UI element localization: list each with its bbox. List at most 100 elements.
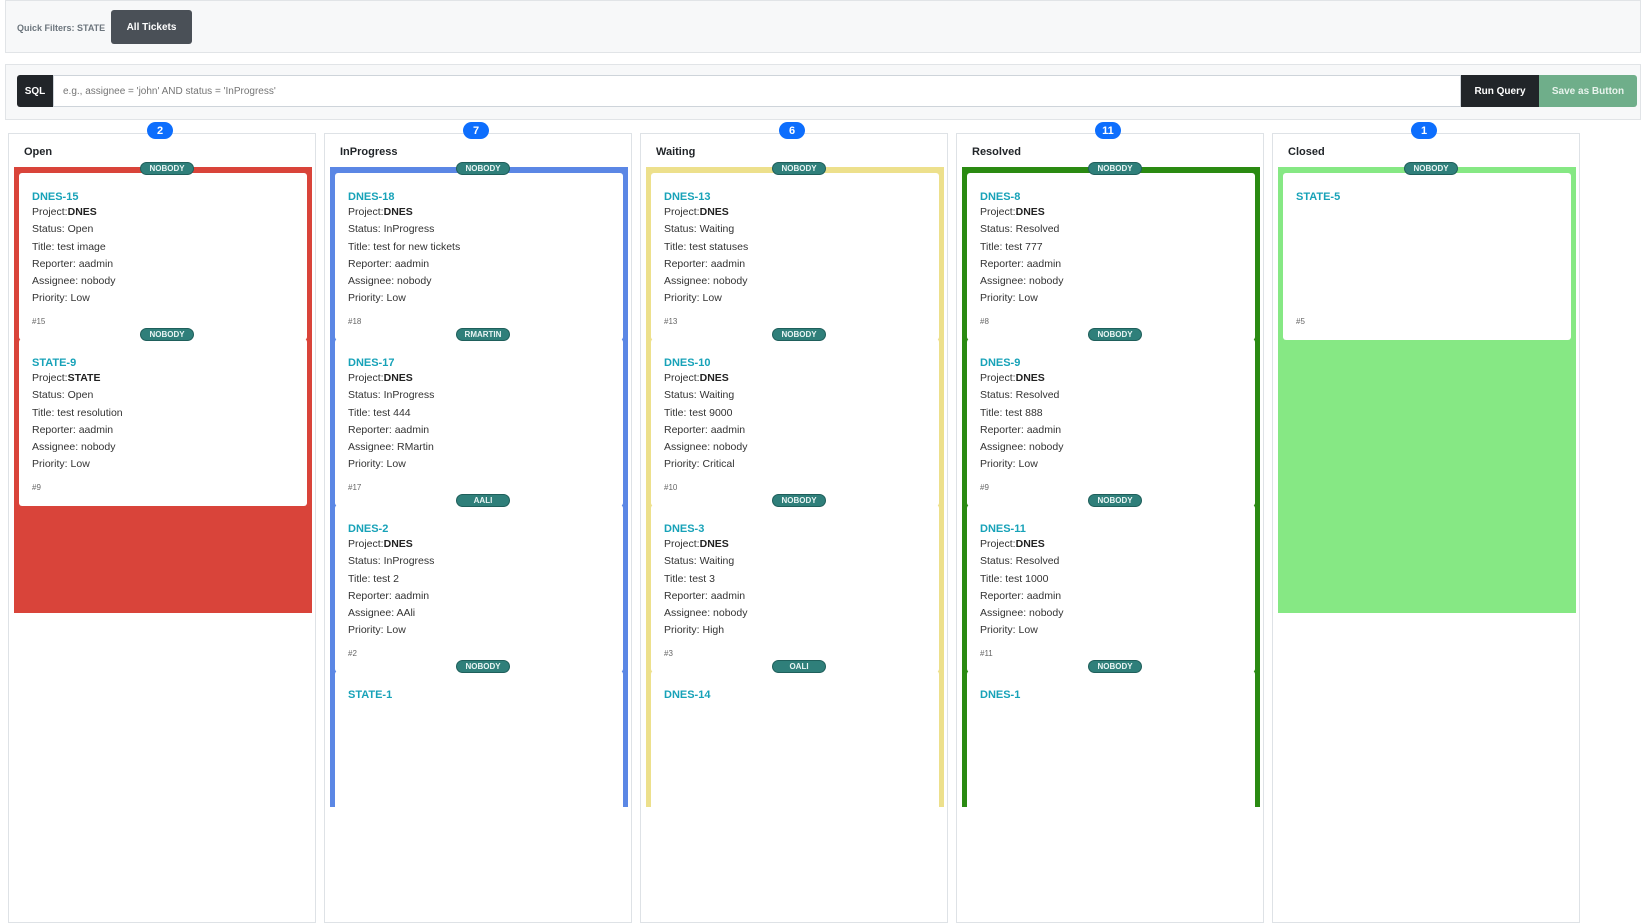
column-count-badge: 6 — [779, 122, 805, 139]
ticket-project: Project:DNES — [348, 536, 610, 553]
ticket-card[interactable]: NOBODY DNES-15 Project:DNES Status: Open Tit… — [19, 162, 307, 340]
reporter-value: aadmin — [78, 257, 114, 270]
title-value: test 777 — [1005, 240, 1043, 253]
status-label: Status: — [32, 389, 68, 402]
project-value: DNES — [699, 372, 729, 384]
priority-label: Priority: — [348, 458, 387, 471]
column-count-badge: 11 — [1095, 122, 1121, 139]
assignee-value: nobody — [81, 275, 116, 288]
title-label: Title: — [980, 240, 1006, 253]
ticket-number: #10 — [664, 483, 678, 492]
ticket-key-link[interactable]: DNES-15 — [32, 190, 294, 204]
priority-label: Priority: — [32, 458, 71, 471]
swimlane: NOBODY DNES-8 Project:DNES Status: Resolved… — [962, 162, 1260, 838]
reporter-value: aadmin — [1026, 589, 1062, 602]
ticket-key-link[interactable]: STATE-9 — [32, 356, 294, 370]
status-label: Status: — [664, 223, 700, 236]
reporter-label: Reporter: — [32, 257, 79, 270]
reporter-value: aadmin — [710, 423, 746, 436]
ticket-key-link[interactable]: DNES-2 — [348, 522, 610, 536]
project-value: DNES — [699, 206, 729, 218]
ticket-project: Project:DNES — [664, 536, 926, 553]
ticket-project: Project:DNES — [664, 370, 926, 387]
ticket-assignee: Assignee: nobody — [980, 273, 1242, 290]
assignee-label: Assignee: — [664, 607, 714, 620]
column-title: Closed — [1288, 146, 1325, 158]
priority-label: Priority: — [980, 458, 1019, 471]
ticket-key-link[interactable]: DNES-9 — [980, 356, 1242, 370]
project-label: Project: — [980, 372, 1016, 384]
ticket-card[interactable]: NOBODY DNES-1 — [967, 660, 1255, 838]
ticket-assignee: Assignee: nobody — [664, 273, 926, 290]
priority-value: Low — [70, 458, 90, 471]
assignee-tag: AALI — [456, 494, 510, 507]
title-label: Title: — [32, 240, 58, 253]
ticket-card[interactable]: NOBODY DNES-18 Project:DNES Status: InProgr… — [335, 162, 623, 340]
ticket-title: Title: test 888 — [980, 405, 1242, 422]
ticket-title: Title: test 444 — [348, 405, 610, 422]
ticket-key-link[interactable]: DNES-13 — [664, 190, 926, 204]
all-tickets-button[interactable]: All Tickets — [111, 10, 192, 44]
assignee-label: Assignee: — [348, 441, 398, 454]
status-value: Resolved — [1015, 389, 1060, 402]
project-label: Project: — [32, 206, 68, 218]
assignee-tag: NOBODY — [1404, 162, 1458, 175]
ticket-card[interactable]: NOBODY DNES-13 Project:DNES Status: Waiting… — [651, 162, 939, 340]
ticket-key-link[interactable]: DNES-1 — [980, 688, 1242, 702]
ticket-reporter: Reporter: aadmin — [348, 256, 610, 273]
ticket-card[interactable]: NOBODY DNES-8 Project:DNES Status: Resolved… — [967, 162, 1255, 340]
ticket-number: #9 — [32, 483, 41, 492]
ticket-key-link[interactable]: DNES-17 — [348, 356, 610, 370]
title-value: test resolution — [57, 406, 123, 419]
status-label: Status: — [664, 555, 700, 568]
ticket-card[interactable]: AALI DNES-2 Project:DNES Status: InProgress… — [335, 494, 623, 672]
ticket-key-link[interactable]: DNES-14 — [664, 688, 926, 702]
ticket-reporter: Reporter: aadmin — [32, 256, 294, 273]
ticket-card[interactable]: RMARTIN DNES-17 Project:DNES Status: InProg… — [335, 328, 623, 506]
title-label: Title: — [664, 406, 690, 419]
quick-filters-label: Quick Filters: STATE — [17, 23, 106, 33]
ticket-assignee: Assignee: RMartin — [348, 439, 610, 456]
ticket-card[interactable]: NOBODY DNES-3 Project:DNES Status: Waiting T… — [651, 494, 939, 672]
priority-value: Low — [386, 624, 406, 637]
assignee-value: AAli — [396, 607, 416, 620]
ticket-status: Status: Resolved — [980, 387, 1242, 404]
priority-label: Priority: — [348, 292, 387, 305]
assignee-label: Assignee: — [980, 275, 1030, 288]
ticket-card[interactable]: OALI DNES-14 — [651, 660, 939, 838]
reporter-label: Reporter: — [348, 257, 395, 270]
reporter-value: aadmin — [78, 423, 114, 436]
ticket-assignee: Assignee: nobody — [32, 273, 294, 290]
ticket-card[interactable]: NOBODY DNES-10 Project:DNES Status: Waiting… — [651, 328, 939, 506]
run-query-button[interactable]: Run Query — [1461, 75, 1539, 107]
ticket-key-link[interactable]: DNES-11 — [980, 522, 1242, 536]
ticket-card[interactable]: NOBODY STATE-1 — [335, 660, 623, 838]
title-value: test image — [57, 240, 106, 253]
assignee-label: Assignee: — [664, 441, 714, 454]
ticket-key-link[interactable]: DNES-10 — [664, 356, 926, 370]
ticket-key-link[interactable]: DNES-18 — [348, 190, 610, 204]
ticket-status: Status: Open — [32, 221, 294, 238]
ticket-card[interactable]: NOBODY DNES-9 Project:DNES Status: Resolved… — [967, 328, 1255, 506]
ticket-key-link[interactable]: STATE-5 — [1296, 190, 1558, 204]
sql-query-input[interactable] — [53, 75, 1461, 107]
ticket-card[interactable]: NOBODY DNES-11 Project:DNES Status: Resolve… — [967, 494, 1255, 672]
ticket-key-link[interactable]: STATE-1 — [348, 688, 610, 702]
ticket-card[interactable]: NOBODY STATE-5 #5 — [1283, 162, 1571, 340]
ticket-key-link[interactable]: DNES-3 — [664, 522, 926, 536]
reporter-label: Reporter: — [32, 423, 79, 436]
assignee-value: nobody — [713, 275, 748, 288]
save-as-button-button[interactable]: Save as Button — [1539, 75, 1637, 107]
ticket-card[interactable]: NOBODY STATE-9 Project:STATE Status: Open Ti… — [19, 328, 307, 506]
ticket-priority: Priority: Low — [348, 622, 610, 639]
assignee-value: nobody — [713, 441, 748, 454]
reporter-value: aadmin — [710, 257, 746, 270]
status-label: Status: — [980, 223, 1016, 236]
project-label: Project: — [980, 206, 1016, 218]
reporter-value: aadmin — [710, 589, 746, 602]
project-label: Project: — [980, 538, 1016, 550]
ticket-key-link[interactable]: DNES-8 — [980, 190, 1242, 204]
status-label: Status: — [980, 389, 1016, 402]
ticket-title: Title: test resolution — [32, 405, 294, 422]
reporter-label: Reporter: — [664, 423, 711, 436]
